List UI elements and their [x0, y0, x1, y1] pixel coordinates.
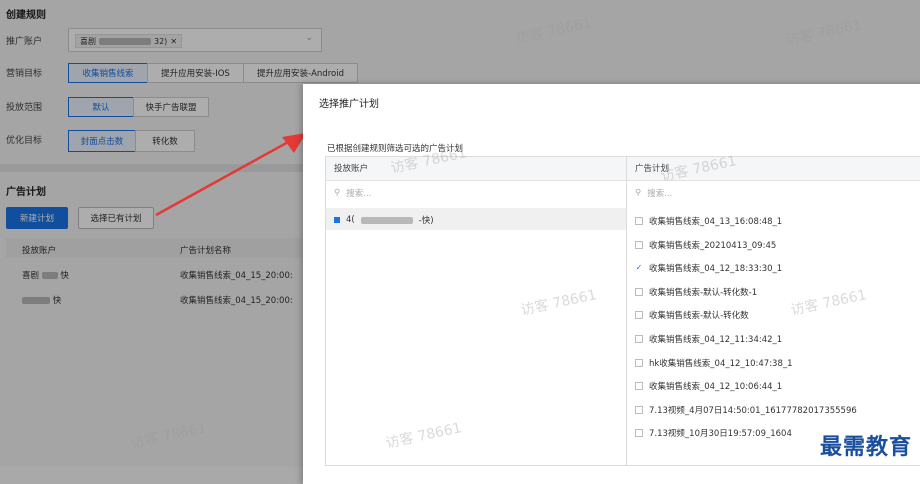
checkbox-icon[interactable]	[635, 335, 643, 343]
arrow-line	[155, 139, 291, 217]
plan-item[interactable]: 收集销售线索_04_12_10:06:44_1	[635, 380, 782, 392]
plan-item[interactable]: hk收集销售线索_04_12_10:47:38_1	[635, 357, 793, 369]
annotation-arrow	[155, 133, 306, 217]
account-search-input[interactable]: ⚲ 搜索...	[334, 187, 371, 199]
plan-item-label: 收集销售线索_04_12_10:06:44_1	[649, 382, 783, 393]
selected-dot-icon	[334, 217, 340, 223]
account-panel: 投放账户 ⚲ 搜索... 4( -快)	[325, 156, 627, 466]
search-icon: ⚲	[635, 188, 642, 198]
plan-item[interactable]: 收集销售线索-默认-转化数-1	[635, 286, 757, 298]
modal-title: 选择推广计划	[319, 99, 379, 110]
select-plan-modal: 选择推广计划 已根据创建规则筛选可选的广告计划 投放账户 ⚲ 搜索... 4( …	[303, 84, 920, 484]
modal-subtitle: 已根据创建规则筛选可选的广告计划	[327, 144, 464, 154]
checkbox-icon[interactable]	[635, 311, 643, 320]
plan-item-label: 收集销售线索-默认-转化数	[649, 311, 749, 322]
plan-panel: 广告计划 ⚲ 搜索... 收集销售线索_04_13_16:08:48_1 收集销售…	[626, 156, 920, 466]
plan-item[interactable]: 收集销售线索_04_13_16:08:48_1	[635, 215, 782, 227]
plan-item[interactable]: ✓ 收集销售线索_04_12_18:33:30_1	[635, 262, 782, 274]
account-item-redacted	[360, 216, 413, 224]
plan-item-label: 收集销售线索_04_13_16:08:48_1	[649, 217, 783, 227]
account-item-suffix: -快)	[418, 216, 434, 226]
checkbox-icon[interactable]	[635, 358, 643, 367]
plan-item-label: 收集销售线索-默认-转化数-1	[649, 287, 758, 298]
plan-item-label: hk收集销售线索_04_12_10:47:38_1	[649, 358, 793, 369]
account-search-placeholder: 搜索...	[346, 189, 372, 199]
list-item[interactable]: 4( -快)	[334, 214, 434, 226]
plan-item-label: 收集销售线索_04_12_11:34:42_1	[649, 335, 783, 345]
plan-search-input[interactable]: ⚲ 搜索...	[635, 187, 672, 199]
plan-search-placeholder: 搜索...	[647, 189, 673, 199]
account-panel-header: 投放账户	[326, 157, 626, 181]
plan-panel-header: 广告计划	[627, 157, 920, 181]
checkbox-icon[interactable]	[635, 287, 643, 296]
plan-item[interactable]: 7.13视频_10月30日19:57:09_1604	[635, 427, 792, 439]
search-icon: ⚲	[334, 188, 341, 198]
brand-logo: 最需教育	[819, 434, 912, 460]
account-item-prefix: 4(	[346, 215, 355, 225]
checkbox-icon[interactable]	[635, 217, 643, 225]
plan-item[interactable]: 收集销售线索_20210413_09:45	[635, 239, 776, 251]
plan-item-label: 收集销售线索_04_12_18:33:30_1	[649, 264, 783, 275]
plan-item[interactable]: 收集销售线索_04_12_11:34:42_1	[635, 333, 782, 345]
checkbox-icon[interactable]	[635, 240, 643, 249]
checkbox-icon[interactable]	[635, 405, 643, 414]
checkbox-checked-icon[interactable]: ✓	[635, 264, 643, 273]
checkbox-icon[interactable]	[635, 429, 643, 438]
plan-item-label: 收集销售线索_20210413_09:45	[649, 240, 777, 251]
plan-item[interactable]: 收集销售线索-默认-转化数	[635, 309, 749, 321]
plan-item-label: 7.13视频_10月30日19:57:09_1604	[649, 429, 792, 440]
plan-item[interactable]: 7.13视频_4月07日14:50:01_16177782017355596	[635, 404, 857, 416]
plan-item-label: 7.13视频_4月07日14:50:01_16177782017355596	[649, 405, 857, 416]
checkbox-icon[interactable]	[635, 382, 643, 391]
